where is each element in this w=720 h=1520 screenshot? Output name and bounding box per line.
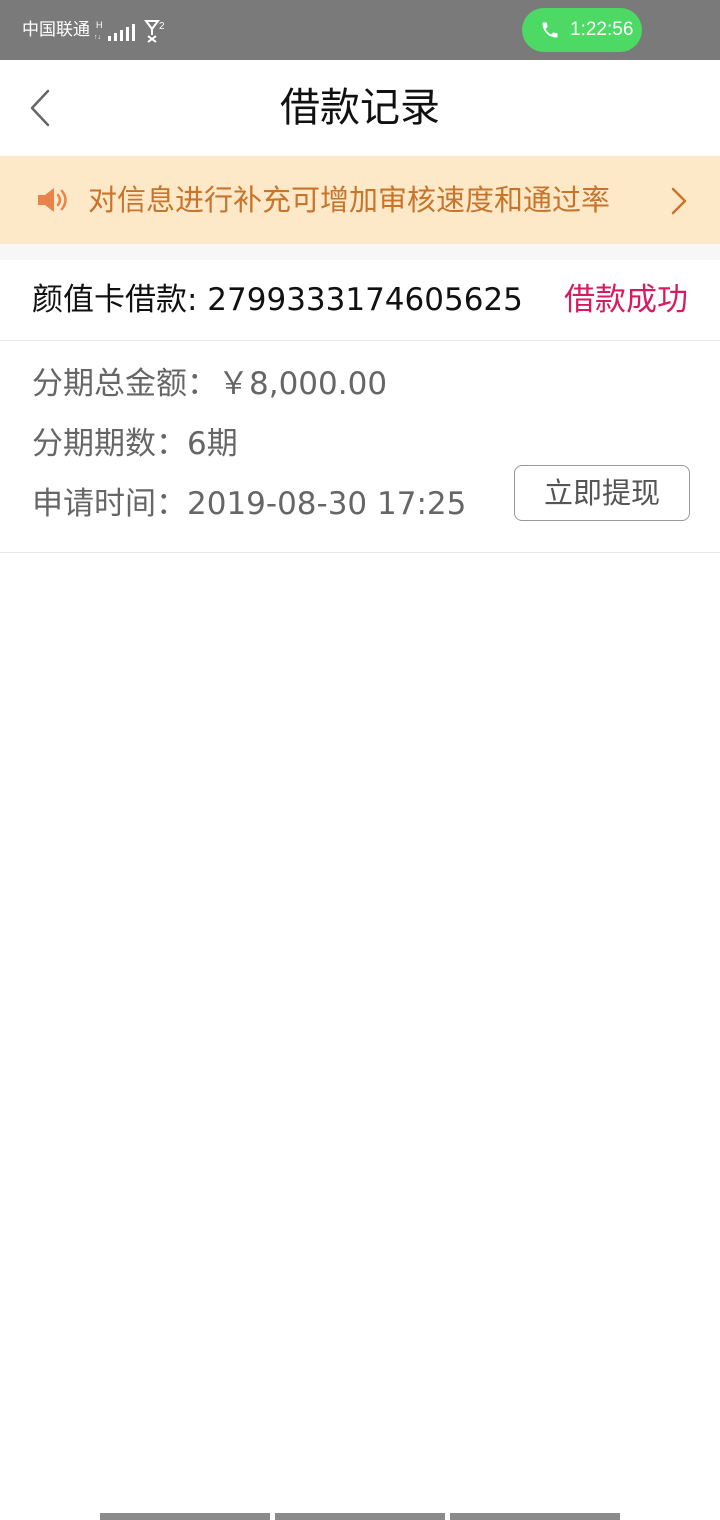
withdraw-now-button[interactable]: 立即提现: [514, 465, 690, 521]
bottom-nav-segment[interactable]: [100, 1513, 270, 1520]
wifi-calling-icon: 2: [144, 19, 170, 47]
status-badge: 借款成功: [564, 282, 688, 318]
record-header: 颜值卡借款: 2799333174605625 借款成功: [0, 260, 720, 341]
carrier-name: 中国联通: [22, 20, 90, 40]
page-title: 借款记录: [280, 85, 440, 131]
ongoing-call-pill[interactable]: 1:22:56: [522, 8, 642, 52]
installment-periods: 分期期数：6期: [32, 426, 238, 462]
apply-time: 申请时间：2019-08-30 17:25: [32, 486, 467, 522]
installment-total-amount: 分期总金额：￥8,000.00: [32, 366, 388, 402]
notice-banner[interactable]: 对信息进行补充可增加审核速度和通过率: [0, 156, 720, 244]
notice-text: 对信息进行补充可增加审核速度和通过率: [88, 183, 611, 217]
nav-bar: 借款记录: [0, 60, 720, 156]
bottom-nav-segment[interactable]: [275, 1513, 445, 1520]
status-bar: 中国联通 H ↑↓ 2 1:22:56: [0, 0, 720, 60]
record-title: 颜值卡借款: 2799333174605625: [32, 282, 523, 318]
chevron-right-icon: [668, 186, 690, 220]
phone-icon: [540, 20, 560, 44]
bottom-nav-segment[interactable]: [450, 1513, 620, 1520]
call-duration: 1:22:56: [570, 19, 634, 40]
loan-record-card[interactable]: 颜值卡借款: 2799333174605625 借款成功 分期总金额：￥8,00…: [0, 260, 720, 553]
network-type-label: H: [96, 20, 103, 30]
svg-text:↑↓: ↑↓: [94, 34, 101, 41]
section-divider: [0, 244, 720, 260]
wifi-call-badge: 2: [159, 21, 165, 32]
speaker-icon: [36, 185, 70, 219]
signal-bars-icon: H ↑↓: [94, 20, 138, 46]
